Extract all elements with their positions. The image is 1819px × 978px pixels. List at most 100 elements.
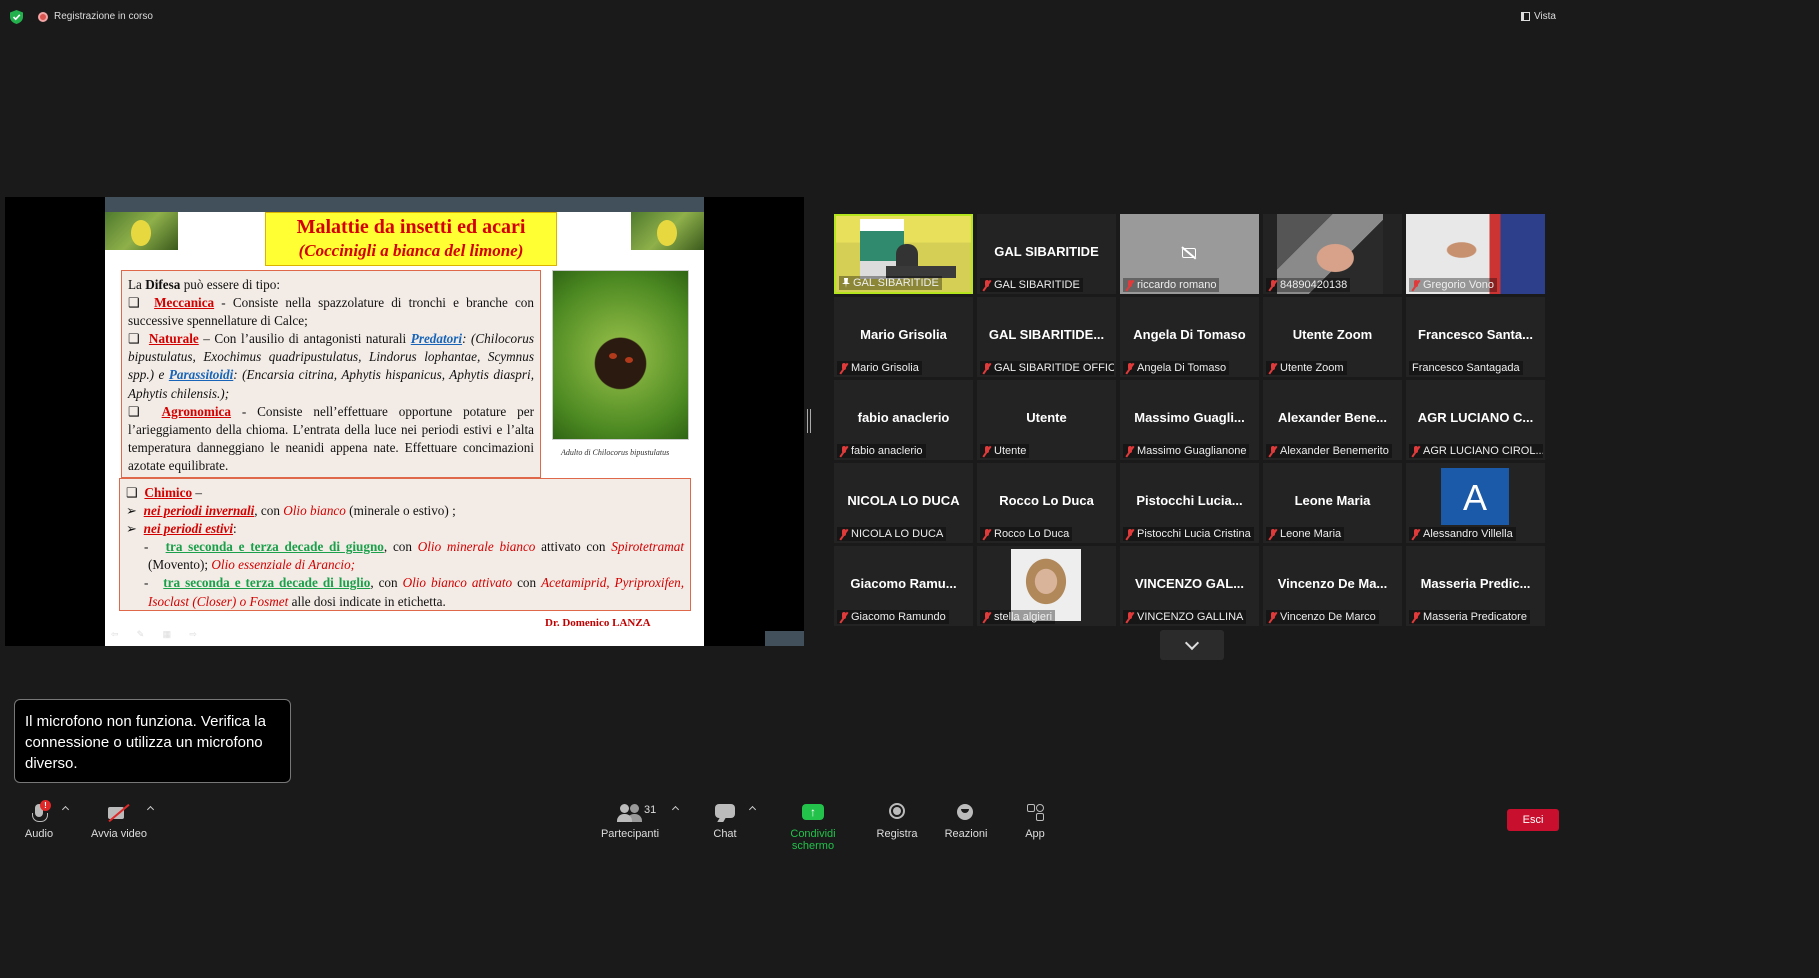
slide-footer-bar: [765, 631, 804, 646]
participant-tile[interactable]: Mario Grisolia Mario Grisolia: [834, 297, 973, 377]
reactions-button[interactable]: Reazioni: [944, 802, 988, 840]
participant-tile[interactable]: A Alessandro Villella: [1406, 463, 1545, 543]
participants-count: 31: [644, 804, 657, 816]
participant-name: Masseria Predicatore: [1423, 611, 1527, 623]
camera-off-icon: [108, 802, 130, 824]
participant-tile[interactable]: Leone Maria Leone Maria: [1263, 463, 1402, 543]
participant-name: VINCENZO GALLINA: [1137, 611, 1244, 623]
chat-options-caret[interactable]: [748, 805, 757, 814]
video-options-caret[interactable]: [146, 805, 155, 814]
apps-label: App: [1025, 828, 1045, 840]
participant-name: Utente: [994, 445, 1027, 457]
participant-tile[interactable]: Utente Zoom Utente Zoom: [1263, 297, 1402, 377]
participant-display-name: Utente Zoom: [1292, 327, 1373, 342]
security-shield-icon[interactable]: [10, 10, 23, 24]
slide-subtitle: (Coccinigli a bianca del limone): [298, 241, 524, 260]
participant-tile[interactable]: riccardo romano: [1120, 214, 1259, 294]
share-screen-button[interactable]: Condividi schermo: [768, 802, 858, 852]
meccanica-item: ❑ Meccanica - Consiste nella spazzolatur…: [128, 295, 534, 329]
muted-mic-icon: [983, 279, 991, 291]
shared-screen[interactable]: Malattie da insetti ed acari (Coccinigli…: [5, 197, 804, 646]
participant-display-name: VINCENZO GAL...: [1134, 576, 1245, 591]
muted-mic-icon: [1412, 445, 1420, 457]
participant-tile[interactable]: 84890420138: [1263, 214, 1402, 294]
participant-tile[interactable]: Francesco Santa... Francesco Santagada: [1406, 297, 1545, 377]
participant-name: Francesco Santagada: [1412, 362, 1520, 374]
participant-tile[interactable]: VINCENZO GAL... VINCENZO GALLINA: [1120, 546, 1259, 626]
participant-name-label: Alessandro Villella: [1409, 527, 1516, 541]
recording-indicator[interactable]: Registrazione in corso: [38, 11, 153, 22]
participant-name-label: Leone Maria: [1266, 527, 1345, 541]
participants-options-caret[interactable]: [671, 805, 680, 814]
video-label: Avvia video: [90, 828, 148, 840]
participant-tile[interactable]: Utente Utente: [977, 380, 1116, 460]
participant-name-label: GAL SIBARITIDE: [839, 276, 942, 290]
muted-mic-icon: [983, 611, 991, 623]
camera-off-icon: [1182, 248, 1196, 258]
participant-name-label: fabio anaclerio: [837, 444, 926, 458]
agronomica-item: ❑ Agronomica - Consiste nell’effettuare …: [128, 403, 535, 473]
slide-header-bar: [105, 197, 704, 212]
participant-tile[interactable]: Pistocchi Lucia... Pistocchi Lucia Cristi…: [1120, 463, 1259, 543]
participant-name-label: AGR LUCIANO CIROL...: [1409, 444, 1543, 458]
muted-mic-icon: [1412, 611, 1420, 623]
audio-options-caret[interactable]: [61, 805, 70, 814]
defense-intro: La Difesa può essere di tipo:: [128, 277, 281, 292]
share-screen-label: Condividi schermo: [790, 828, 836, 852]
participant-tile[interactable]: Rocco Lo Duca Rocco Lo Duca: [977, 463, 1116, 543]
muted-mic-icon: [1269, 528, 1277, 540]
chimico-item: ❑ Chimico –: [126, 485, 202, 500]
participant-name-label: Angela Di Tomaso: [1123, 361, 1230, 375]
gallery-next-page-button[interactable]: [1160, 630, 1224, 660]
muted-mic-icon: [840, 528, 848, 540]
participant-name-label: Utente Zoom: [1266, 361, 1347, 375]
participant-display-name: Utente: [1026, 410, 1067, 425]
participant-tile[interactable]: Masseria Predic... Masseria Predicatore: [1406, 546, 1545, 626]
presentation-slide: Malattie da insetti ed acari (Coccinigli…: [105, 197, 704, 646]
participant-tile[interactable]: fabio anaclerio fabio anaclerio: [834, 380, 973, 460]
participant-name: riccardo romano: [1137, 279, 1217, 291]
participant-tile[interactable]: Giacomo Ramu... Giacomo Ramundo: [834, 546, 973, 626]
view-button[interactable]: Vista: [1520, 11, 1556, 22]
participant-tile[interactable]: GAL SIBARITIDE: [834, 214, 973, 294]
participant-tile[interactable]: stella algieri: [977, 546, 1116, 626]
participant-name: Angela Di Tomaso: [1137, 362, 1227, 374]
participant-tile[interactable]: Alexander Bene... Alexander Benemerito: [1263, 380, 1402, 460]
participant-tile[interactable]: GAL SIBARITIDE... GAL SIBARITIDE OFFICE: [977, 297, 1116, 377]
participant-display-name: Pistocchi Lucia...: [1136, 493, 1243, 508]
participant-tile[interactable]: GAL SIBARITIDE GAL SIBARITIDE: [977, 214, 1116, 294]
participant-tile[interactable]: NICOLA LO DUCA NICOLA LO DUCA: [834, 463, 973, 543]
apps-button[interactable]: App: [1022, 802, 1048, 840]
participant-name: GAL SIBARITIDE OFFICE: [994, 362, 1114, 374]
start-video-button[interactable]: Avvia video: [90, 802, 148, 840]
muted-mic-icon: [1126, 445, 1134, 457]
participant-name: Leone Maria: [1280, 528, 1342, 540]
participant-name: 84890420138: [1280, 279, 1348, 291]
muted-mic-icon: [1269, 362, 1277, 374]
muted-mic-icon: [1126, 528, 1134, 540]
participant-name-label: GAL SIBARITIDE OFFICE: [980, 361, 1114, 375]
participant-display-name: GAL SIBARITIDE...: [988, 327, 1105, 342]
chat-button[interactable]: Chat: [710, 802, 740, 840]
participant-name-label: stella algieri: [980, 610, 1056, 624]
split-resize-handle[interactable]: [807, 409, 811, 433]
leave-meeting-button[interactable]: Esci: [1507, 809, 1559, 831]
record-button[interactable]: Registra: [876, 802, 918, 840]
participant-name: NICOLA LO DUCA: [851, 528, 944, 540]
slide-controls[interactable]: ⇦ ✎ ▦ ⇨: [111, 629, 205, 640]
participant-tile[interactable]: AGR LUCIANO C... AGR LUCIANO CIROL...: [1406, 380, 1545, 460]
participant-tile[interactable]: Gregorio Vono: [1406, 214, 1545, 294]
naturale-item: ❑ Naturale – Con l’ausilio di antagonist…: [128, 331, 535, 401]
participant-display-name: Francesco Santa...: [1418, 327, 1533, 342]
participant-name: Alexander Benemerito: [1280, 445, 1389, 457]
record-icon: [888, 802, 906, 824]
participant-tile[interactable]: Vincenzo De Ma... Vincenzo De Marco: [1263, 546, 1402, 626]
muted-mic-icon: [1126, 611, 1134, 623]
participant-tile[interactable]: Massimo Guagli... Massimo Guaglianone: [1120, 380, 1259, 460]
record-label: Registra: [876, 828, 918, 840]
participant-display-name: Leone Maria: [1294, 493, 1371, 508]
muted-mic-icon: [983, 445, 991, 457]
participant-name: Mario Grisolia: [851, 362, 919, 374]
participant-tile[interactable]: Angela Di Tomaso Angela Di Tomaso: [1120, 297, 1259, 377]
participant-display-name: fabio anaclerio: [857, 410, 950, 425]
